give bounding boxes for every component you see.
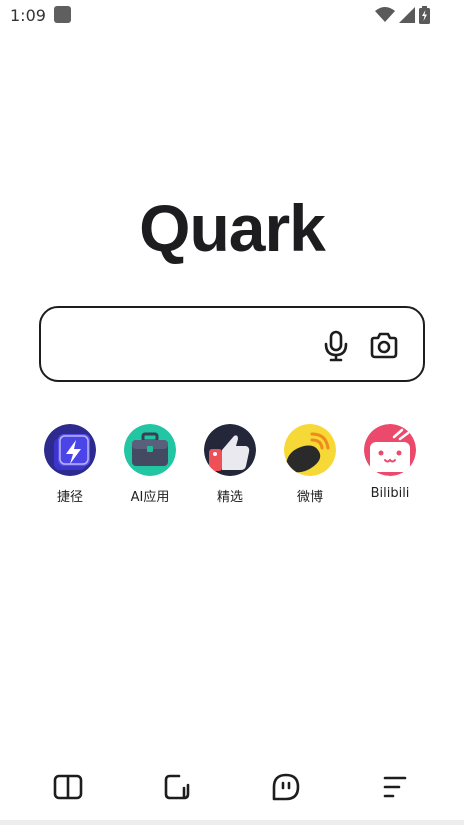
home-indicator xyxy=(0,820,464,825)
shortcut-weibo[interactable]: 微博 xyxy=(270,424,350,505)
nav-menu-button[interactable] xyxy=(378,770,412,804)
nav-assistant-button[interactable] xyxy=(269,770,303,804)
search-box[interactable] xyxy=(39,306,425,382)
camera-button[interactable] xyxy=(369,332,399,360)
mic-button[interactable] xyxy=(323,330,349,362)
battery-icon xyxy=(419,6,430,24)
nav-bookmarks-button[interactable] xyxy=(51,770,85,804)
notification-icon xyxy=(54,6,71,23)
quark-wordmark: Quark xyxy=(139,196,327,264)
status-icons xyxy=(375,6,430,24)
thumbs-up-icon xyxy=(204,424,256,476)
shortcut-label: Bilibili xyxy=(370,486,410,501)
shortcut-jiejing[interactable]: 捷径 xyxy=(30,424,110,505)
signal-icon xyxy=(399,7,415,23)
weibo-icon xyxy=(284,424,336,476)
wifi-icon xyxy=(375,7,395,22)
shortcut-row: 捷径 AI应用 精选 微博 Bilibili xyxy=(30,424,430,505)
tabs-icon xyxy=(164,774,190,800)
shortcut-jingxuan[interactable]: 精选 xyxy=(190,424,270,505)
book-icon xyxy=(53,774,83,800)
shortcut-bilibili[interactable]: Bilibili xyxy=(350,424,430,505)
bilibili-tv-icon xyxy=(364,424,416,476)
camera-icon xyxy=(370,332,398,359)
shortcut-label: 捷径 xyxy=(56,490,83,505)
svg-text:Quark: Quark xyxy=(139,196,326,264)
bottom-nav xyxy=(0,756,464,816)
chat-face-icon xyxy=(272,773,300,801)
status-time: 1:09 xyxy=(10,6,46,25)
briefcase-icon xyxy=(124,424,176,476)
shortcut-label: 微博 xyxy=(296,490,323,505)
shortcut-label: 精选 xyxy=(216,490,243,505)
nav-tabs-button[interactable] xyxy=(160,770,194,804)
quark-logo: Quark xyxy=(0,196,464,264)
mic-icon xyxy=(324,330,348,362)
shortcut-ai-app[interactable]: AI应用 xyxy=(110,424,190,505)
shortcut-label: AI应用 xyxy=(130,490,170,505)
lightning-icon xyxy=(44,424,96,476)
menu-icon xyxy=(383,776,407,798)
status-bar: 1:09 xyxy=(0,0,464,32)
search-input[interactable] xyxy=(59,328,319,360)
